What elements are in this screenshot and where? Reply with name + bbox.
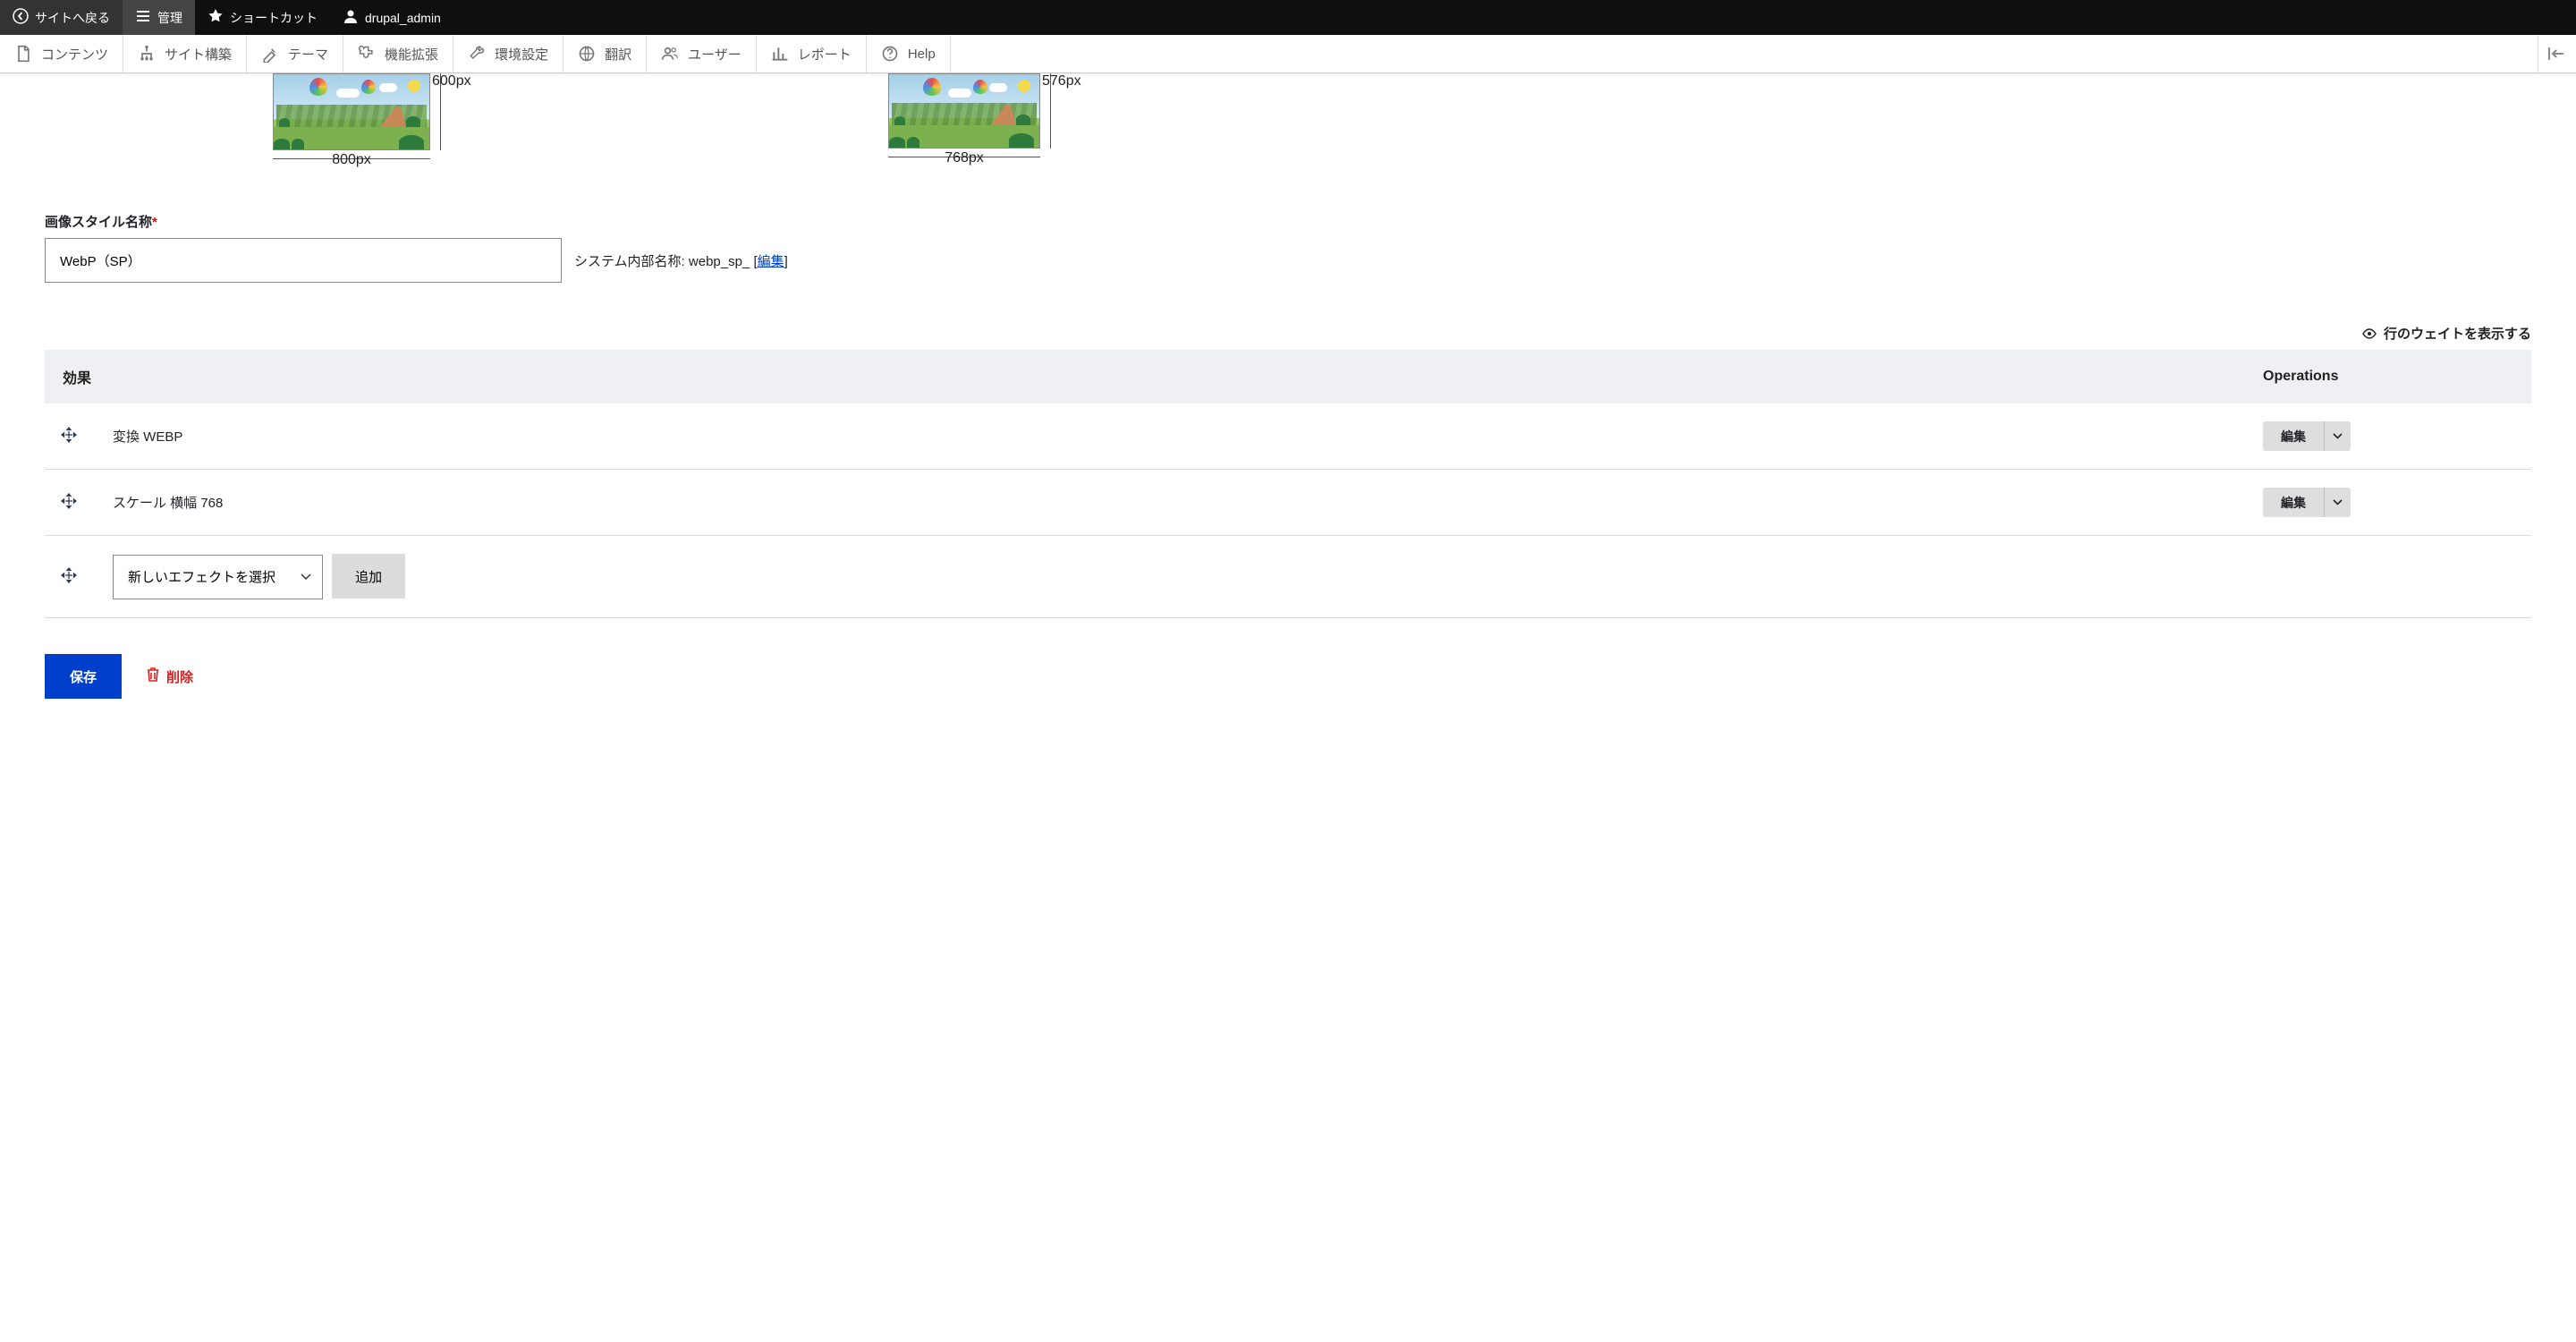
preview-width-styled: 768px: [888, 150, 1040, 166]
admin-menu-translate[interactable]: 翻訳: [564, 35, 647, 72]
collapse-toolbar[interactable]: [2538, 35, 2576, 72]
trash-icon: [147, 667, 159, 685]
admin-menu: コンテンツ サイト構築 テーマ 機能拡張 環境設定 翻訳 ユーザー レポート H…: [0, 35, 2576, 73]
admin-menu-label: レポート: [798, 45, 852, 64]
back-to-site[interactable]: サイトへ戻る: [0, 0, 123, 35]
image-style-name-input[interactable]: [45, 238, 562, 283]
admin-menu-help[interactable]: Help: [867, 35, 951, 72]
form-section: 画像スタイル名称* システム内部名称: webp_sp_ [編集]: [45, 212, 2531, 283]
manage-label: 管理: [157, 9, 182, 27]
machine-name-edit-link[interactable]: 編集: [758, 254, 784, 269]
edit-button[interactable]: 編集: [2263, 421, 2324, 451]
drag-handle-icon[interactable]: [61, 493, 77, 509]
content-area: 600px 800px: [0, 73, 2576, 735]
help-icon: [881, 45, 899, 63]
admin-menu-configuration[interactable]: 環境設定: [453, 35, 564, 72]
admin-menu-extend[interactable]: 機能拡張: [343, 35, 453, 72]
effects-table: 効果 Operations 変換 WEBP 編集: [45, 350, 2531, 618]
admin-menu-content[interactable]: コンテンツ: [0, 35, 123, 72]
admin-menu-people[interactable]: ユーザー: [647, 35, 757, 72]
add-effect-row: 新しいエフェクトを選択 追加: [45, 536, 2531, 618]
table-row: スケール 横幅 768 編集: [45, 470, 2531, 536]
effect-name: スケール 横幅 768: [95, 470, 2245, 536]
preview-styled: 576px 768px: [888, 73, 1051, 172]
chevron-down-icon: [2333, 433, 2343, 439]
drag-handle-icon[interactable]: [61, 427, 77, 443]
admin-menu-label: Help: [908, 47, 936, 62]
th-effect: 効果: [45, 350, 2245, 403]
chevron-down-icon: [2333, 499, 2343, 505]
effect-name: 変換 WEBP: [95, 403, 2245, 470]
content-icon: [14, 45, 32, 63]
admin-menu-label: 環境設定: [495, 45, 548, 64]
user-label: drupal_admin: [365, 11, 441, 25]
admin-menu-label: 翻訳: [605, 45, 631, 64]
delete-link[interactable]: 削除: [147, 667, 193, 686]
structure-icon: [138, 45, 156, 63]
admin-menu-structure[interactable]: サイト構築: [123, 35, 247, 72]
preview-height-original: 600px: [432, 73, 471, 89]
back-icon: [13, 8, 29, 27]
star-icon: [208, 8, 224, 27]
edit-button[interactable]: 編集: [2263, 488, 2324, 517]
config-icon: [468, 45, 486, 63]
preview-original: 600px 800px: [273, 73, 441, 172]
shortcuts-label: ショートカット: [230, 9, 318, 27]
user-menu[interactable]: drupal_admin: [330, 0, 453, 35]
top-bar: サイトへ戻る 管理 ショートカット drupal_admin: [0, 0, 2576, 35]
admin-menu-label: テーマ: [288, 45, 328, 64]
th-operations: Operations: [2245, 350, 2531, 403]
show-row-weights[interactable]: 行のウェイトを表示する: [45, 324, 2531, 343]
admin-menu-label: コンテンツ: [41, 45, 108, 64]
collapse-icon: [2547, 46, 2567, 62]
table-row: 変換 WEBP 編集: [45, 403, 2531, 470]
admin-menu-label: 機能拡張: [385, 45, 438, 64]
back-label: サイトへ戻る: [35, 9, 110, 27]
extend-icon: [358, 45, 376, 63]
machine-name-label: システム内部名称:: [574, 254, 685, 269]
eye-icon: [2362, 327, 2377, 343]
add-effect-button[interactable]: 追加: [332, 554, 405, 599]
translate-icon: [578, 45, 596, 63]
admin-menu-label: ユーザー: [688, 45, 741, 64]
preview-width-original: 800px: [273, 152, 430, 168]
reports-icon: [771, 45, 789, 63]
new-effect-select[interactable]: 新しいエフェクトを選択: [113, 555, 323, 599]
delete-label: 削除: [166, 667, 193, 686]
label-text: 画像スタイル名称: [45, 215, 152, 230]
appearance-icon: [261, 45, 279, 63]
people-icon: [661, 45, 679, 63]
preview-height-styled: 576px: [1042, 73, 1081, 89]
drag-handle-icon[interactable]: [61, 567, 77, 583]
preview-image-original: [273, 73, 430, 150]
dropbutton-toggle[interactable]: [2324, 488, 2351, 517]
operations-dropbutton: 編集: [2263, 421, 2351, 451]
weights-toggle-label: 行のウェイトを表示する: [2384, 327, 2531, 342]
save-button[interactable]: 保存: [45, 654, 122, 699]
admin-menu-appearance[interactable]: テーマ: [247, 35, 343, 72]
machine-name-value: webp_sp_: [689, 254, 750, 269]
required-marker: *: [152, 215, 157, 230]
admin-menu-label: サイト構築: [165, 45, 232, 64]
manage-toggle[interactable]: 管理: [123, 0, 195, 35]
user-icon: [343, 8, 359, 27]
dropbutton-toggle[interactable]: [2324, 421, 2351, 451]
form-actions: 保存 削除: [45, 654, 2531, 699]
hamburger-icon: [135, 8, 151, 27]
image-style-name-label: 画像スタイル名称*: [45, 212, 2531, 231]
operations-dropbutton: 編集: [2263, 488, 2351, 517]
preview-image-styled: [888, 73, 1040, 149]
shortcuts[interactable]: ショートカット: [195, 0, 330, 35]
admin-menu-reports[interactable]: レポート: [757, 35, 867, 72]
machine-name-block: システム内部名称: webp_sp_ [編集]: [574, 251, 788, 270]
previews-row: 600px 800px: [273, 73, 2531, 172]
